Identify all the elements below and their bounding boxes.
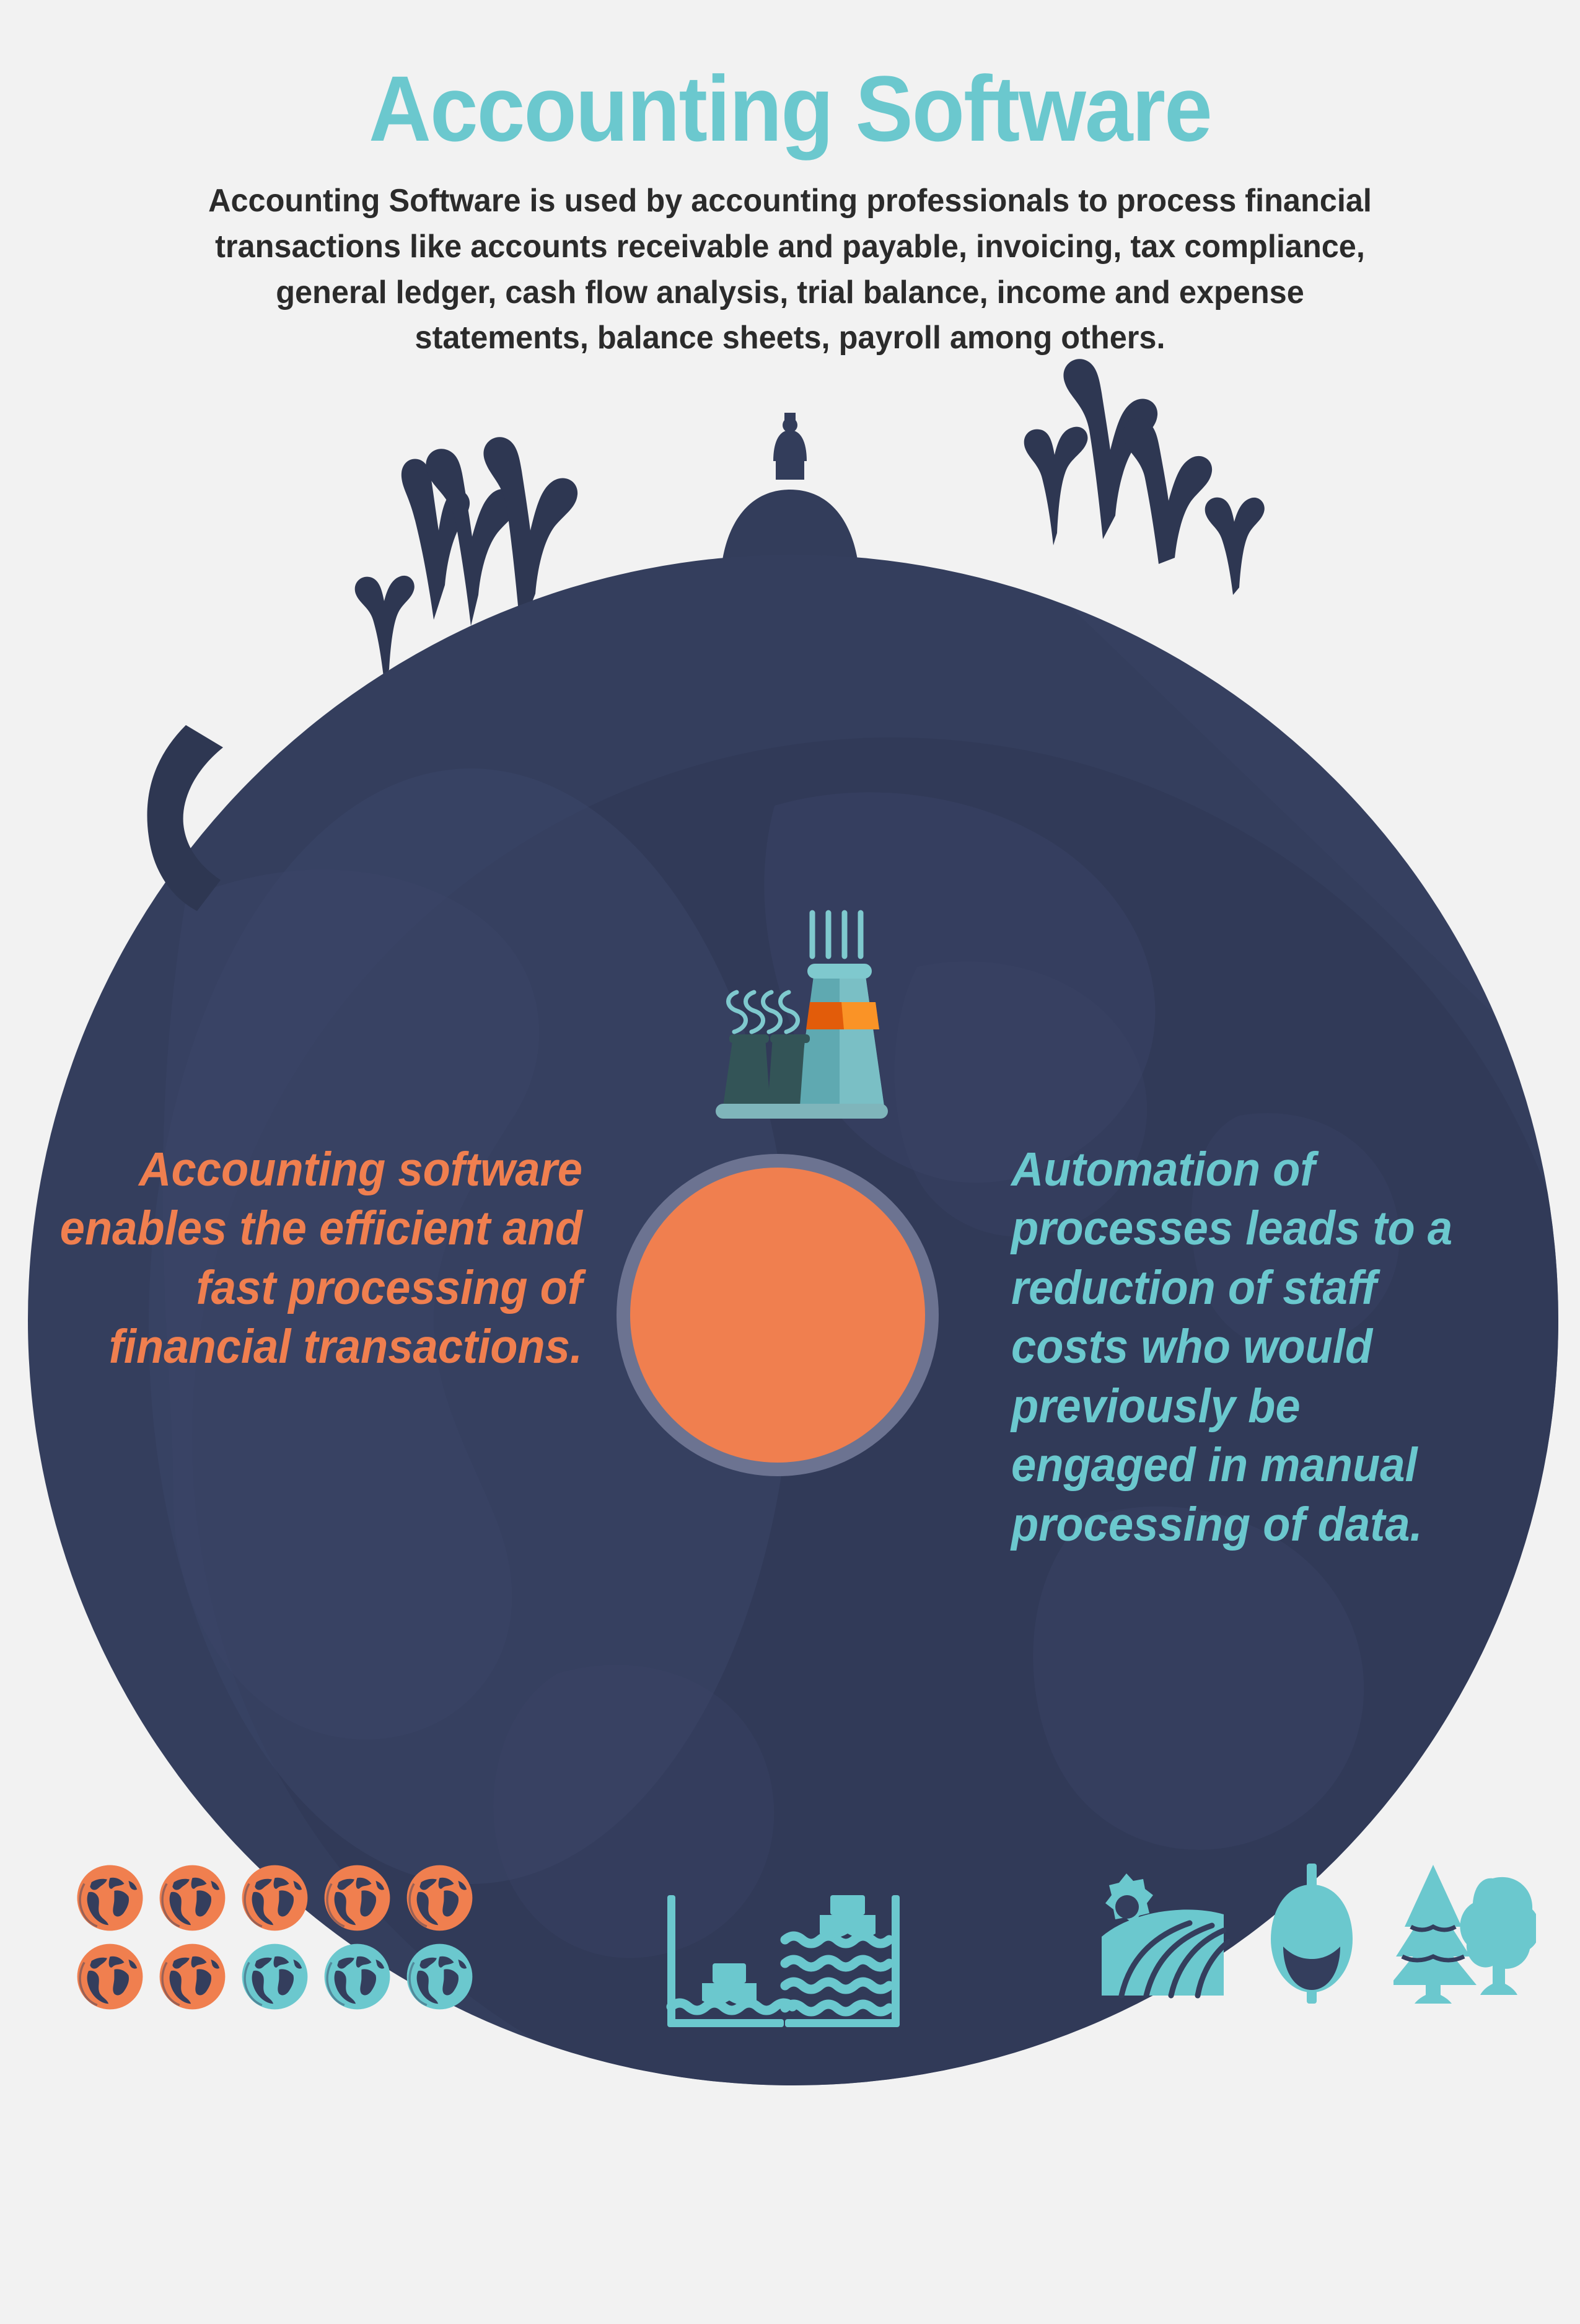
infographic-canvas: Accounting Software Accounting Software … (0, 0, 1580, 2324)
factory-icon (716, 910, 888, 1119)
boat-hull-high (820, 1915, 876, 1938)
bare-branches-icon-right (1024, 359, 1265, 595)
globe-chip-orange (159, 1943, 226, 2010)
bottom-icon-group (1097, 1862, 1536, 2005)
globe-chips (74, 1862, 475, 2012)
globe-chip-teal (242, 1943, 308, 2010)
globe-chip-orange (406, 1865, 473, 1931)
globe-chip-orange (324, 1865, 390, 1931)
canal-lock-boats-icon (666, 1895, 900, 2027)
stack-left (723, 1037, 770, 1106)
field-shape (1102, 1909, 1224, 1996)
page-title: Accounting Software (369, 56, 1213, 161)
globe-chip-row (74, 1941, 475, 2012)
globe-chip-orange (77, 1943, 143, 2010)
boat-cabin-high (830, 1895, 865, 1915)
smoke-curls (726, 990, 800, 1034)
header: Accounting Software Accounting Software … (0, 0, 1580, 361)
page-subtitle: Accounting Software is used by accountin… (208, 183, 1372, 356)
field-with-sun-icon (1102, 1873, 1230, 1999)
trees-icon (1393, 1865, 1536, 2004)
globe-chip-teal (324, 1943, 390, 2010)
balloon-seed-icon (1271, 1864, 1353, 2004)
callout-right: Automation of processes leads to a reduc… (1011, 1143, 1453, 1551)
globe-handle (147, 725, 223, 911)
globe-chip-orange (159, 1865, 226, 1931)
boat-hull-low (702, 1983, 757, 2005)
vent-lines (809, 910, 864, 959)
orange-circle-marker (617, 1154, 939, 1476)
globe-chip-orange (242, 1865, 308, 1931)
globe-chip-teal (406, 1943, 473, 2010)
globe-chip-row (74, 1862, 475, 1934)
globe-chip-orange (77, 1865, 143, 1931)
stack-right (768, 1037, 805, 1106)
boat-cabin-low (713, 1963, 746, 1983)
callout-left: Accounting software enables the efficien… (59, 1143, 583, 1374)
factory-base (716, 1104, 888, 1119)
